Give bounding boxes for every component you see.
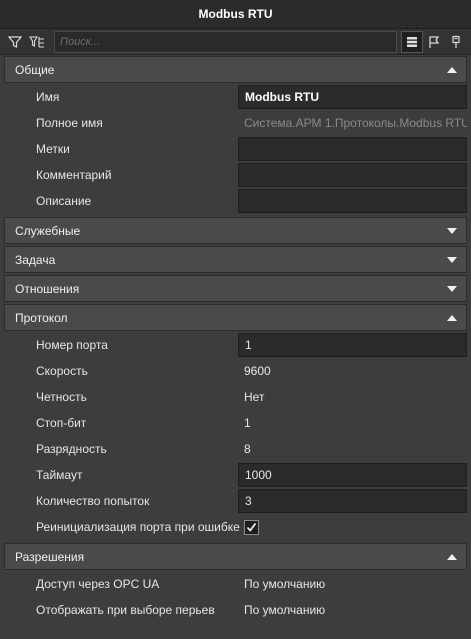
expand-icon — [447, 227, 457, 234]
section-title: Протокол — [15, 310, 68, 325]
property-label: Отображать при выборе перьев — [36, 603, 215, 617]
list-view-icon[interactable] — [401, 30, 423, 53]
property-row-data-bits: Разрядность 8 — [4, 436, 467, 462]
property-row-timeout: Таймаут 1000 — [4, 462, 467, 488]
timeout-field[interactable]: 1000 — [238, 463, 467, 487]
full-name-value: Система.АРМ 1.Протоколы.Modbus RTU — [244, 116, 467, 130]
section-title: Служебные — [15, 223, 81, 238]
property-row-full-name: Полное имя Система.АРМ 1.Протоколы.Modbu… — [4, 110, 467, 136]
section-permissions-rows: Доступ через OPC UA По умолчанию Отображ… — [4, 570, 467, 624]
property-label: Количество попыток — [36, 494, 150, 508]
reinit-value — [238, 515, 467, 539]
section-general-rows: Имя Modbus RTU Полное имя Система.АРМ 1.… — [4, 83, 467, 215]
property-row-name: Имя Modbus RTU — [4, 84, 467, 110]
parity-value[interactable]: Нет — [238, 385, 467, 409]
window-title: Modbus RTU — [0, 0, 471, 29]
section-title: Отношения — [15, 281, 80, 296]
property-label: Номер порта — [36, 338, 108, 352]
property-label: Реинициализация порта при ошибке — [36, 520, 240, 534]
collapse-icon — [447, 66, 457, 73]
description-field[interactable] — [238, 189, 467, 213]
property-label: Полное имя — [36, 116, 103, 130]
section-permissions-header[interactable]: Разрешения — [4, 543, 467, 570]
property-grid: Общие Имя Modbus RTU Полное имя Система.… — [4, 56, 467, 624]
property-label: Скорость — [36, 364, 88, 378]
section-relations-header[interactable]: Отношения — [4, 275, 467, 302]
collapse-icon — [447, 553, 457, 560]
property-label: Стоп-бит — [36, 416, 87, 430]
tags-field[interactable] — [238, 137, 467, 161]
retries-field[interactable]: 3 — [238, 489, 467, 513]
property-label: Разрядность — [36, 442, 107, 456]
property-row-parity: Четность Нет — [4, 384, 467, 410]
filter-icon[interactable] — [4, 31, 26, 53]
section-title: Общие — [15, 62, 55, 77]
property-row-port-number: Номер порта 1 — [4, 332, 467, 358]
section-protocol-rows: Номер порта 1 Скорость 9600 Четность Нет… — [4, 331, 467, 541]
property-row-description: Описание — [4, 188, 467, 214]
comment-field[interactable] — [238, 163, 467, 187]
toolbar — [0, 29, 471, 55]
property-label: Метки — [36, 142, 70, 156]
expand-icon — [447, 256, 457, 263]
property-row-baud-rate: Скорость 9600 — [4, 358, 467, 384]
flag-icon[interactable] — [423, 31, 445, 53]
search-input[interactable] — [54, 30, 397, 53]
baud-rate-value[interactable]: 9600 — [238, 359, 467, 383]
name-field[interactable]: Modbus RTU — [238, 85, 467, 109]
data-bits-value[interactable]: 8 — [238, 437, 467, 461]
tree-filter-icon[interactable] — [26, 31, 48, 53]
stop-bits-value[interactable]: 1 — [238, 411, 467, 435]
opc-ua-access-value[interactable]: По умолчанию — [238, 572, 467, 596]
section-protocol-header[interactable]: Протокол — [4, 304, 467, 331]
property-row-retries: Количество попыток 3 — [4, 488, 467, 514]
section-title: Разрешения — [15, 549, 85, 564]
property-row-opc-ua-access: Доступ через OPC UA По умолчанию — [4, 571, 467, 597]
property-row-stop-bits: Стоп-бит 1 — [4, 410, 467, 436]
reinit-checkbox[interactable] — [244, 519, 259, 535]
property-label: Доступ через OPC UA — [36, 577, 160, 591]
property-row-comment: Комментарий — [4, 162, 467, 188]
port-number-field[interactable]: 1 — [238, 333, 467, 357]
property-label: Описание — [36, 194, 92, 208]
show-in-pen-selection-value[interactable]: По умолчанию — [238, 598, 467, 622]
property-label: Комментарий — [36, 168, 112, 182]
checkmark-icon — [246, 522, 257, 532]
section-service-header[interactable]: Служебные — [4, 217, 467, 244]
collapse-icon — [447, 314, 457, 321]
property-row-show-in-pen-selection: Отображать при выборе перьев По умолчани… — [4, 597, 467, 623]
expand-icon — [447, 285, 457, 292]
property-row-reinit-on-error: Реинициализация порта при ошибке — [4, 514, 467, 540]
section-task-header[interactable]: Задача — [4, 246, 467, 273]
property-label: Четность — [36, 390, 87, 404]
section-general-header[interactable]: Общие — [4, 56, 467, 83]
property-row-tags: Метки — [4, 136, 467, 162]
property-label: Таймаут — [36, 468, 83, 482]
section-title: Задача — [15, 252, 56, 267]
property-label: Имя — [36, 90, 60, 104]
pin-icon[interactable] — [445, 31, 467, 53]
